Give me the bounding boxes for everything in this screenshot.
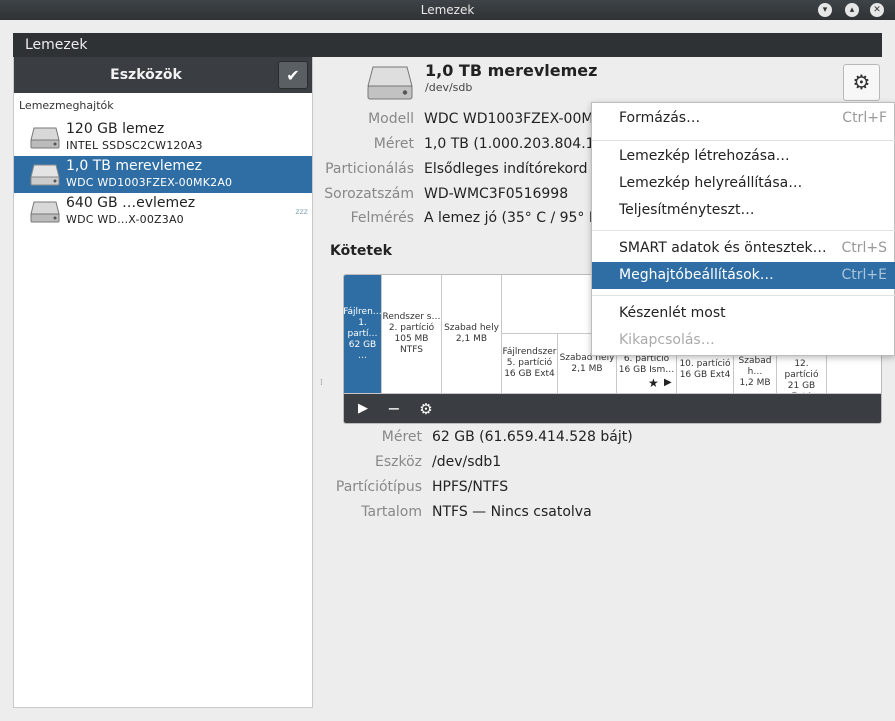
delete-partition-button[interactable]: − [383,399,405,419]
menu-item-power-off: Kikapcsolás… [592,327,895,354]
menu-item-label: Készenlét most [619,305,726,321]
hard-disk-icon [367,66,413,100]
menu-item-accel: Ctrl+F [842,110,887,126]
volume-label-contents: Tartalom [361,504,422,520]
partition-label: 12. partíció 21 GB Ext4 [784,359,819,393]
partition-segment[interactable]: Fájlrendszer 5. partíció 16 GB Ext4 [502,334,558,394]
device-serial: INTEL SSDSC2CW120A3 [66,139,203,152]
devices-sidebar: Eszközök ✔ Lemezmeghajtók 120 GB lemez I… [13,57,313,708]
prop-value-serial: WD-WMC3F0516998 [424,186,569,202]
menu-separator [592,230,895,231]
window-title: Lemezek [420,3,475,17]
prop-value-size: 1,0 TB (1.000.203.804.160 [424,136,613,152]
play-small-icon: ▶ [664,377,672,388]
drive-menu-button[interactable]: ⚙ [843,64,880,101]
prop-value-model: WDC WD1003FZEX-00MK2 [424,111,612,127]
menu-item-drive-settings[interactable]: Meghajtóbeállítások… Ctrl+E [592,262,895,289]
menu-item-label: Lemezkép helyreállítása… [619,175,803,191]
app-title: Lemezek [25,37,88,53]
sidebar-title: Eszközök [110,67,182,83]
volume-toolbar: ▶ − ⚙ [344,394,881,423]
menu-separator [592,295,895,296]
check-icon: ✔ [286,66,300,85]
partition-label: Szabad h… 1,2 MB [738,356,772,388]
hard-disk-icon [30,164,60,186]
device-serial: WDC WD…X-00Z3A0 [66,213,184,226]
free-space-segment[interactable]: Szabad hely 2,1 MB [442,275,502,394]
volume-value-device: /dev/sdb1 [432,454,502,470]
prop-value-partitioning: Elsődleges indítórekord [424,161,588,177]
prop-label-assessment: Felmérés [350,210,414,226]
device-name: 640 GB …evlemez [66,195,196,211]
menu-item-label: SMART adatok és öntesztek… [619,240,827,256]
prop-label-model: Modell [368,111,414,127]
device-name: 1,0 TB merevlemez [66,158,203,174]
menu-item-benchmark[interactable]: Teljesítményteszt… [592,197,895,224]
volumes-heading: Kötetek [330,243,392,259]
sidebar-header: Eszközök ✔ [14,57,312,93]
menu-item-smart[interactable]: SMART adatok és öntesztek… Ctrl+S [592,235,895,262]
partition-label: 6. partíció 16 GB Ism… [618,354,675,375]
menu-separator [592,140,895,141]
device-name: 120 GB lemez [66,121,165,137]
device-serial: WDC WD1003FZEX-00MK2A0 [66,176,233,189]
hard-disk-icon [30,127,60,149]
device-item-1tb[interactable]: 1,0 TB merevlemez WDC WD1003FZEX-00MK2A0 [14,156,312,193]
volume-label-size: Méret [381,429,422,445]
partition-label: 10. partíció 16 GB Ext4 [679,359,731,380]
menu-item-format[interactable]: Formázás… Ctrl+F [592,105,895,132]
drive-menu: Formázás… Ctrl+F Lemezkép létrehozása… L… [591,102,895,356]
drive-path: /dev/sdb [425,81,473,94]
menu-item-label: Teljesítményteszt… [619,202,755,218]
gears-icon: ⚙ [419,400,433,418]
play-icon: ▶ [358,401,368,416]
sidebar-section-label: Lemezmeghajtók [19,99,114,112]
menu-item-label: Lemezkép létrehozása… [619,148,790,164]
menu-item-standby[interactable]: Készenlét most [592,300,895,327]
prop-label-serial: Sorozatszám [324,186,414,202]
hard-disk-icon [30,201,60,223]
close-icon[interactable]: ✕ [870,3,884,17]
volume-label-device: Eszköz [374,454,422,470]
volume-value-size: 62 GB (61.659.414.528 bájt) [432,429,633,445]
prop-label-size: Méret [373,136,414,152]
partition-options-button[interactable]: ⚙ [415,399,437,419]
partition-segment[interactable]: Fájlren… 1. partí… 62 GB … [344,275,382,394]
window-titlebar: Lemezek ▾ ▴ ✕ [0,0,895,20]
prop-label-partitioning: Particionálás [325,161,414,177]
app-headerbar: Lemezek [13,33,882,57]
menu-item-accel: Ctrl+S [841,240,887,256]
device-item-120gb[interactable]: 120 GB lemez INTEL SSDSC2CW120A3 [14,119,312,156]
menu-item-restore-image[interactable]: Lemezkép helyreállítása… [592,170,895,197]
device-item-640gb[interactable]: 640 GB …evlemez WDC WD…X-00Z3A0 zzz [14,193,312,230]
menu-item-label: Meghajtóbeállítások… [619,267,774,283]
star-icon: ★ [648,376,659,390]
maximize-icon[interactable]: ▴ [845,3,859,17]
prop-value-assessment: A lemez jó (35° C / 95° F) [424,210,603,226]
menu-item-label: Formázás… [619,110,701,126]
volume-value-type: HPFS/NTFS [432,479,509,495]
menu-item-accel: Ctrl+E [841,267,888,283]
volume-value-contents: NTFS — Nincs csatolva [432,504,592,520]
drive-title: 1,0 TB merevlemez [425,61,598,80]
pane-splitter-handle[interactable]: ⁞ [320,378,323,388]
mount-button[interactable]: ▶ [352,399,374,419]
minimize-icon[interactable]: ▾ [818,3,832,17]
menu-item-create-image[interactable]: Lemezkép létrehozása… [592,143,895,170]
minus-icon: − [387,399,401,418]
select-mode-button[interactable]: ✔ [278,61,308,89]
menu-item-label: Kikapcsolás… [619,332,715,348]
gear-icon: ⚙ [852,70,871,94]
volume-label-type: Partíciótípus [335,479,422,495]
partition-segment[interactable]: Rendszer s… 2. partíció 105 MB NTFS [382,275,442,394]
